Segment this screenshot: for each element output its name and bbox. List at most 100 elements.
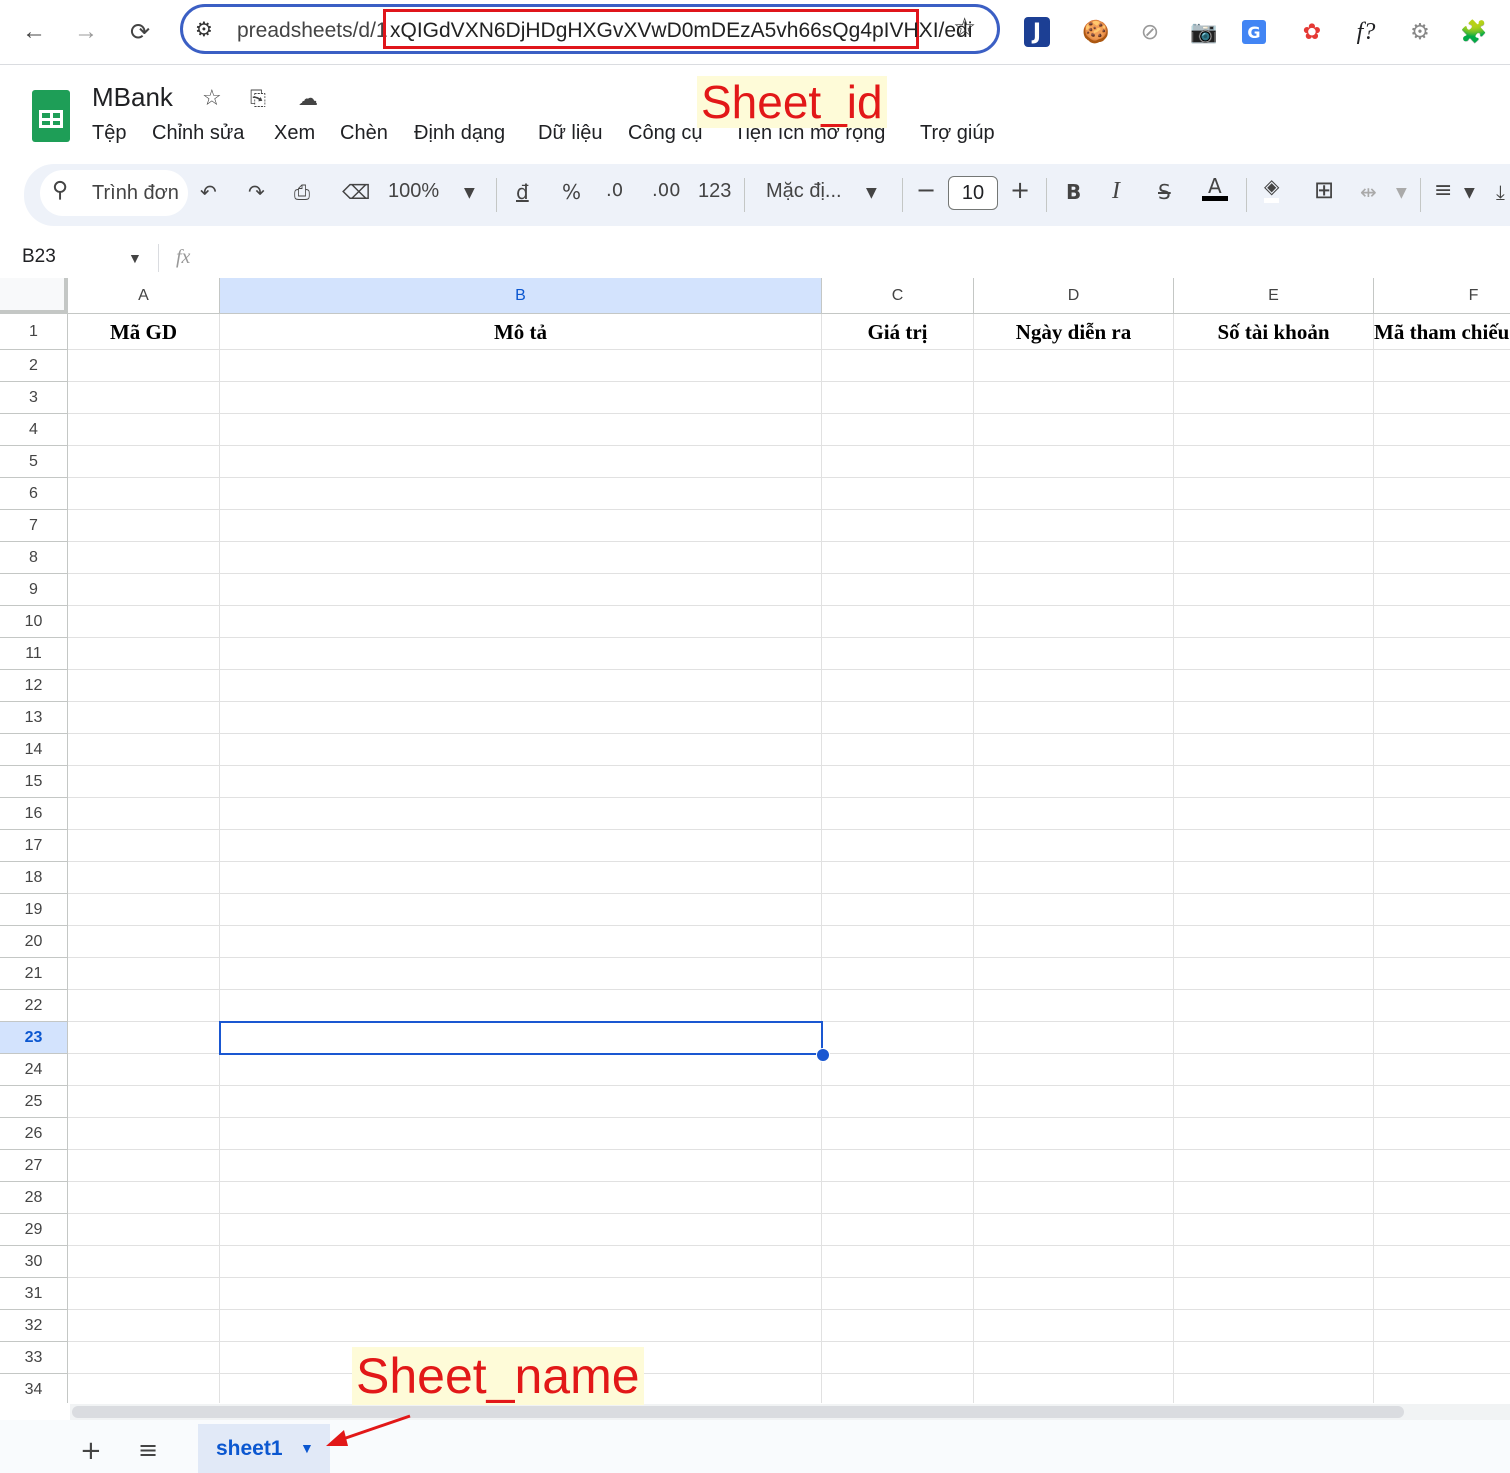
cell[interactable] xyxy=(68,990,220,1022)
row-header[interactable]: 32 xyxy=(0,1310,68,1342)
cell[interactable] xyxy=(68,542,220,574)
row-header[interactable]: 34 xyxy=(0,1374,68,1403)
cell[interactable] xyxy=(1174,510,1374,542)
cell[interactable] xyxy=(822,1086,974,1118)
cell[interactable] xyxy=(822,670,974,702)
cell[interactable] xyxy=(1374,1342,1510,1374)
cell[interactable] xyxy=(974,542,1174,574)
font-dropdown-icon[interactable]: ▼ xyxy=(866,185,877,201)
gear-extension-icon[interactable]: ⚙ xyxy=(1402,14,1438,50)
cell[interactable] xyxy=(68,1182,220,1214)
star-icon[interactable]: ☆ xyxy=(202,86,222,111)
text-color-button[interactable]: A xyxy=(1202,176,1228,201)
cell[interactable] xyxy=(1174,1278,1374,1310)
cell[interactable] xyxy=(1374,350,1510,382)
horizontal-scrollbar[interactable] xyxy=(72,1406,1404,1418)
cell[interactable] xyxy=(1174,1246,1374,1278)
cell[interactable] xyxy=(68,574,220,606)
menu-format[interactable]: Định dạng xyxy=(414,122,505,145)
header-cell-f[interactable]: Mã tham chiếu xyxy=(1374,314,1510,350)
menu-search-field[interactable]: ⚲ Trình đơn xyxy=(40,170,188,216)
cell[interactable] xyxy=(1374,382,1510,414)
extension-j-icon[interactable]: J xyxy=(1024,17,1050,47)
menu-edit[interactable]: Chỉnh sửa xyxy=(152,122,244,145)
cell[interactable] xyxy=(220,958,822,990)
forward-arrow-icon[interactable]: → xyxy=(68,14,104,50)
cell[interactable] xyxy=(1174,734,1374,766)
align-dropdown-icon[interactable]: ▼ xyxy=(1464,185,1475,201)
cell[interactable] xyxy=(220,350,822,382)
cell[interactable] xyxy=(822,382,974,414)
cell[interactable] xyxy=(1174,350,1374,382)
cell[interactable] xyxy=(220,478,822,510)
cell[interactable] xyxy=(68,702,220,734)
sheets-logo-icon[interactable] xyxy=(32,90,70,142)
cell[interactable] xyxy=(822,446,974,478)
cell[interactable] xyxy=(1374,1022,1510,1054)
cell[interactable] xyxy=(220,1054,822,1086)
cell[interactable] xyxy=(822,1182,974,1214)
cell[interactable] xyxy=(822,862,974,894)
cell[interactable] xyxy=(1174,830,1374,862)
cell[interactable] xyxy=(1374,830,1510,862)
cell[interactable] xyxy=(822,478,974,510)
cell[interactable] xyxy=(1174,382,1374,414)
row-header[interactable]: 22 xyxy=(0,990,68,1022)
cell[interactable] xyxy=(1174,1374,1374,1403)
compass-extension-icon[interactable]: ⊘ xyxy=(1132,14,1168,50)
font-extension-icon[interactable]: f? xyxy=(1348,14,1384,50)
cell[interactable] xyxy=(974,894,1174,926)
fill-color-icon[interactable]: ◈ xyxy=(1264,174,1280,203)
all-sheets-menu-icon[interactable]: ≡ xyxy=(138,1436,158,1464)
cell[interactable] xyxy=(974,830,1174,862)
row-header[interactable]: 6 xyxy=(0,478,68,510)
document-title[interactable]: MBank xyxy=(92,82,173,113)
cell[interactable] xyxy=(1374,1182,1510,1214)
cell[interactable] xyxy=(220,446,822,478)
cell[interactable] xyxy=(822,1310,974,1342)
cell[interactable] xyxy=(1174,798,1374,830)
cell[interactable] xyxy=(1374,894,1510,926)
cell[interactable] xyxy=(1374,1054,1510,1086)
cell[interactable] xyxy=(974,1182,1174,1214)
cell[interactable] xyxy=(1374,670,1510,702)
cell[interactable] xyxy=(1174,1022,1374,1054)
cell[interactable] xyxy=(68,1118,220,1150)
row-header[interactable]: 15 xyxy=(0,766,68,798)
cell[interactable] xyxy=(68,862,220,894)
cell[interactable] xyxy=(1374,1246,1510,1278)
cell[interactable] xyxy=(822,1054,974,1086)
cell[interactable] xyxy=(220,1214,822,1246)
cell[interactable] xyxy=(1174,414,1374,446)
cell[interactable] xyxy=(1174,1118,1374,1150)
cell[interactable] xyxy=(974,990,1174,1022)
header-cell-c[interactable]: Giá trị xyxy=(822,314,974,350)
address-bar[interactable]: ⚙ preadsheets/d/1 xQIGdVXN6DjHDgHXGvXVwD… xyxy=(180,4,1000,54)
cell[interactable] xyxy=(68,510,220,542)
percent-format-button[interactable]: % xyxy=(562,180,581,204)
cookie-extension-icon[interactable]: 🍪 xyxy=(1078,14,1114,50)
decrease-decimal-button[interactable]: .0 xyxy=(606,180,623,201)
cell[interactable] xyxy=(1374,702,1510,734)
cell[interactable] xyxy=(974,702,1174,734)
cell[interactable] xyxy=(220,510,822,542)
cell[interactable] xyxy=(974,926,1174,958)
menu-data[interactable]: Dữ liệu xyxy=(538,122,603,145)
decrease-font-size-button[interactable]: − xyxy=(916,176,936,204)
increase-font-size-button[interactable]: + xyxy=(1010,176,1030,204)
cell[interactable] xyxy=(974,1342,1174,1374)
cell[interactable] xyxy=(220,702,822,734)
cell[interactable] xyxy=(68,1342,220,1374)
cell[interactable] xyxy=(822,1150,974,1182)
cell[interactable] xyxy=(1174,1310,1374,1342)
currency-format-button[interactable]: đ xyxy=(516,180,529,204)
cell[interactable] xyxy=(1374,478,1510,510)
cell[interactable] xyxy=(1374,1374,1510,1403)
cloud-status-icon[interactable]: ☁ xyxy=(298,86,318,110)
row-header[interactable]: 27 xyxy=(0,1150,68,1182)
cell[interactable] xyxy=(974,1054,1174,1086)
cell[interactable] xyxy=(1174,702,1374,734)
cell[interactable] xyxy=(974,414,1174,446)
menu-tools[interactable]: Công cụ xyxy=(628,122,703,145)
cell[interactable] xyxy=(822,414,974,446)
